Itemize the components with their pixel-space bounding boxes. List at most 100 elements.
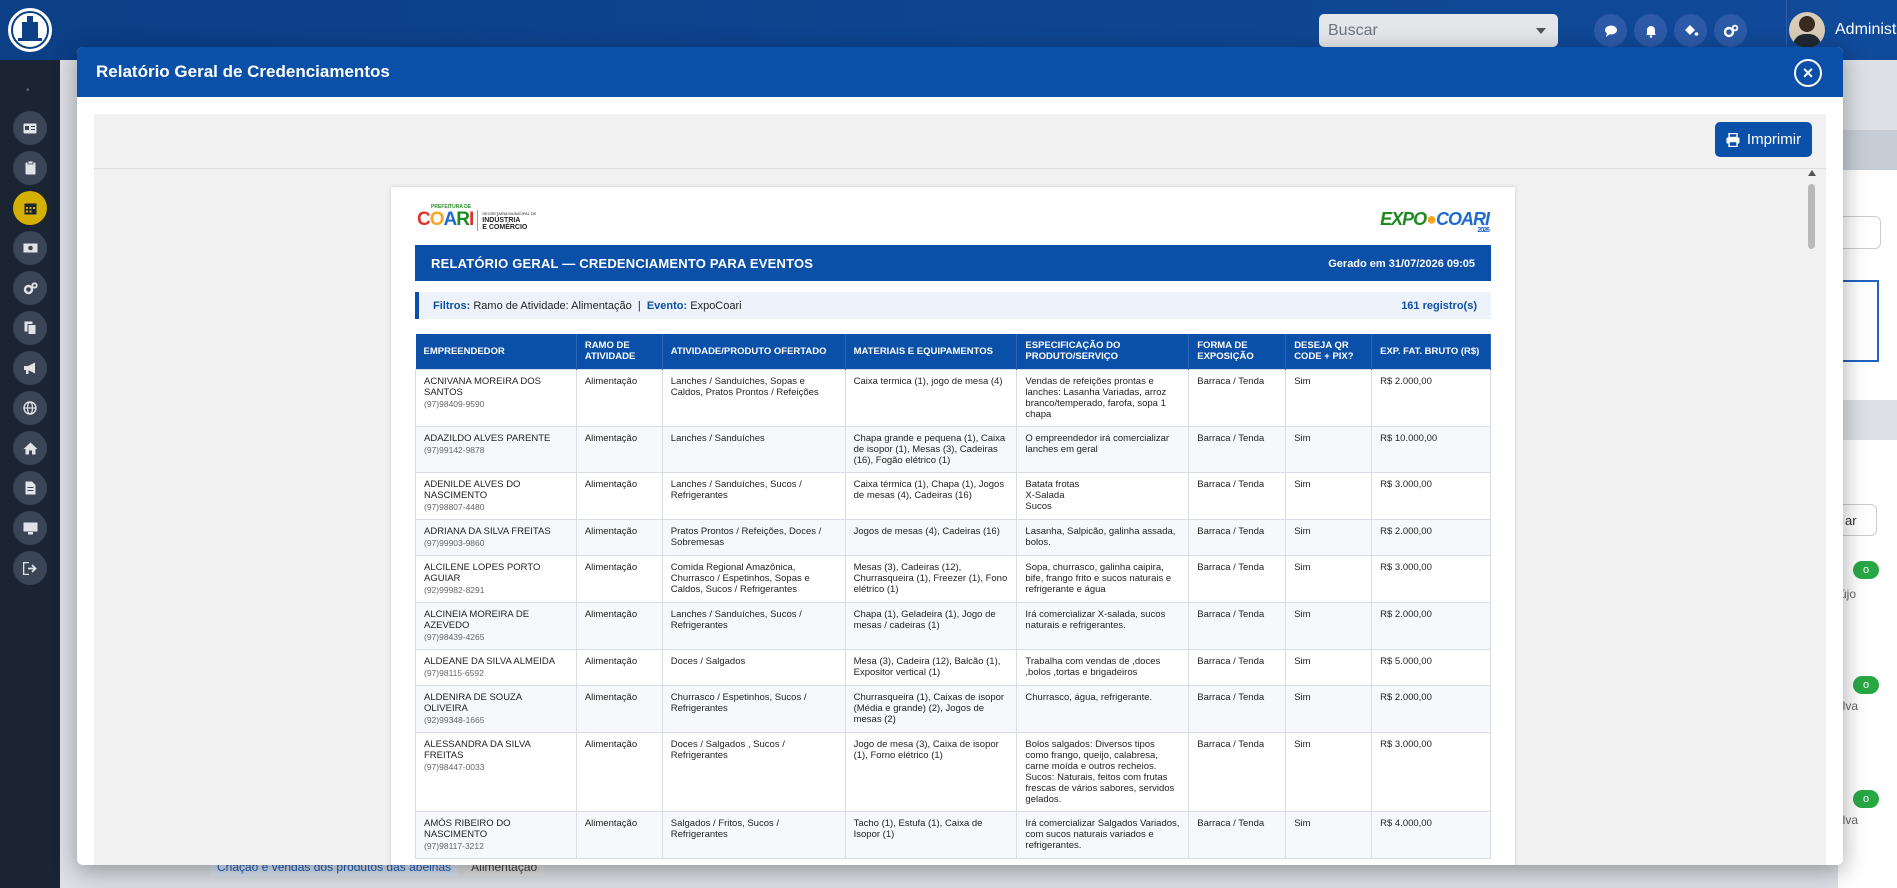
sidebar-item-bullhorn[interactable]: [13, 351, 47, 385]
sidebar-dot: •: [26, 85, 30, 96]
atividade-cell: Churrasco / Espetinhos, Sucos / Refriger…: [661, 684, 846, 733]
ramo-cell: Alimentação: [575, 554, 663, 603]
faturamento-cell: R$ 2.000,00: [1371, 601, 1491, 650]
empreendedor-name: ADAZILDO ALVES PARENTE: [424, 432, 551, 444]
desktop-icon: [23, 522, 37, 534]
empreendedor-phone: (97)98409-9590: [424, 398, 485, 409]
empreendedor-phone: (97)98807-4480: [424, 501, 485, 512]
faturamento-cell: R$ 10.000,00: [1371, 425, 1491, 473]
copy-icon: [24, 321, 36, 335]
expocoari-logo: EXPO●COARI 2026: [1380, 209, 1490, 234]
atividade-cell: Comida Regional Amazônica, Churrasco / E…: [661, 554, 846, 603]
empreendedor-cell: ADRIANA DA SILVA FREITAS (97)99903-9860: [415, 518, 577, 556]
sidebar-item-calendar[interactable]: [13, 191, 47, 225]
bg-side-button-label: ar: [1845, 513, 1857, 528]
empreendedor-name: ADENILDE ALVES DO NASCIMENTO: [424, 478, 521, 501]
search-placeholder: Buscar: [1328, 22, 1378, 39]
empreendedor-phone: (97)99142-9878: [424, 444, 485, 455]
column-header: RAMO DE ATIVIDADE: [576, 334, 663, 369]
forma-exposicao-cell: Barraca / Tenda: [1188, 601, 1287, 650]
faturamento-cell: R$ 2.000,00: [1371, 684, 1491, 733]
forma-exposicao-cell: Barraca / Tenda: [1188, 368, 1287, 427]
sidebar-item-clipboard[interactable]: [13, 151, 47, 185]
app-logo[interactable]: [5, 5, 55, 55]
ramo-cell: Alimentação: [575, 810, 663, 859]
modal-title: Relatório Geral de Credenciamentos: [96, 62, 390, 81]
empreendedor-phone: (97)99903-9860: [424, 537, 485, 548]
bg-side-button[interactable]: ar: [1843, 504, 1877, 536]
sidebar-item-money[interactable]: [13, 231, 47, 265]
qr-pix-cell: Sim: [1285, 554, 1373, 603]
especificacao-cell: Irá comercializar X-salada, sucos natura…: [1016, 601, 1190, 650]
home-icon: [23, 442, 37, 454]
qr-pix-cell: Sim: [1285, 684, 1373, 733]
table-row: ADAZILDO ALVES PARENTE (97)99142-9878 Alim…: [415, 425, 1491, 473]
scrollbar[interactable]: [1807, 170, 1816, 865]
report-title: RELATÓRIO GERAL — CREDENCIAMENTO PARA EV…: [431, 256, 814, 271]
sidebar-item-id-card[interactable]: [13, 111, 47, 145]
column-header: MATERIAIS E EQUIPAMENTOS: [845, 334, 1018, 369]
status-badge: o: [1853, 790, 1879, 808]
ramo-cell: Alimentação: [575, 518, 663, 556]
scroll-up-icon[interactable]: [1808, 170, 1816, 176]
report-table-body: ACNIVANA MOREIRA DOS SANTOS (97)98409-959…: [415, 368, 1491, 859]
bg-select[interactable]: [1843, 216, 1881, 249]
id-card-icon: [23, 123, 37, 133]
logo-prefix: PREFEITURA DE: [431, 204, 472, 210]
atividade-cell: Salgados / Fritos, Sucos / Refrigerantes: [661, 810, 846, 859]
faturamento-cell: R$ 3.000,00: [1371, 471, 1491, 520]
settings-button[interactable]: [1714, 14, 1747, 47]
globe-icon: [23, 401, 37, 415]
column-header: FORMA DE EXPOSIÇÃO: [1188, 334, 1287, 369]
print-icon: [1726, 132, 1740, 147]
empreendedor-cell: ADENILDE ALVES DO NASCIMENTO (97)98807-44…: [415, 471, 577, 520]
atividade-cell: Lanches / Sanduíches, Sopas e Caldos, Pr…: [661, 368, 846, 427]
empreendedor-name: ALCINEIA MOREIRA DE AZEVEDO: [424, 608, 530, 631]
close-button[interactable]: ×: [1794, 59, 1822, 87]
notifications-button[interactable]: [1634, 14, 1667, 47]
calendar-icon: [24, 203, 36, 214]
scroll-thumb[interactable]: [1808, 184, 1815, 249]
sidebar-item-globe[interactable]: [13, 391, 47, 425]
sidebar-item-sign-out[interactable]: [13, 551, 47, 585]
close-icon: ×: [1802, 63, 1814, 83]
column-header: ESPECIFICAÇÃO DO PRODUTO/SERVIÇO: [1016, 334, 1190, 369]
chat-button[interactable]: [1594, 14, 1627, 47]
filter-label: Filtros:: [433, 300, 471, 312]
atividade-cell: Doces / Salgados: [661, 648, 846, 686]
table-row: AMÓS RIBEIRO DO NASCIMENTO (97)98117-3212…: [415, 810, 1491, 859]
sidebar-item-file[interactable]: [13, 471, 47, 505]
forma-exposicao-cell: Barraca / Tenda: [1188, 684, 1287, 733]
atividade-cell: Doces / Salgados , Sucos / Refrigerantes: [661, 731, 846, 812]
ramo-cell: Alimentação: [575, 368, 663, 427]
materiais-cell: Caixa termica (1), jogo de mesa (4): [844, 368, 1018, 427]
faturamento-cell: R$ 3.000,00: [1371, 731, 1491, 812]
empreendedor-phone: (97)98117-3212: [424, 840, 484, 851]
theme-button[interactable]: [1674, 14, 1707, 47]
sidebar-item-home[interactable]: [13, 431, 47, 465]
table-header-row: EMPREENDEDOR RAMO DE ATIVIDADE ATIVIDADE…: [415, 334, 1491, 369]
search-select[interactable]: Buscar: [1319, 14, 1558, 47]
sidebar-item-cogs[interactable]: [13, 271, 47, 305]
forma-exposicao-cell: Barraca / Tenda: [1188, 518, 1287, 556]
table-row: ADENILDE ALVES DO NASCIMENTO (97)98807-44…: [415, 471, 1491, 520]
materiais-cell: Jogo de mesa (3), Caixa de isopor (1), F…: [844, 731, 1018, 812]
materiais-cell: Churrasqueira (1), Caixas de isopor (Méd…: [844, 684, 1018, 733]
especificacao-cell: Vendas de refeições prontas e lanches: L…: [1016, 368, 1190, 427]
atividade-cell: Lanches / Sanduíches, Sucos / Refrigeran…: [661, 601, 846, 650]
empreendedor-name: ADRIANA DA SILVA FREITAS: [424, 525, 551, 537]
empreendedor-cell: ALCILENE LOPES PORTO AGUIAR (92)99982-829…: [415, 554, 577, 603]
status-badge: o: [1853, 561, 1879, 579]
print-button[interactable]: Imprimir: [1715, 122, 1812, 157]
sidebar-item-desktop[interactable]: [13, 511, 47, 545]
chevron-down-icon: [1536, 28, 1546, 34]
empreendedor-phone: (97)98447-0033: [424, 761, 485, 772]
empreendedor-cell: ALDEANE DA SILVA ALMEIDA (97)98115-6592: [415, 648, 577, 686]
sidebar-item-copy[interactable]: [13, 311, 47, 345]
qr-pix-cell: Sim: [1285, 731, 1373, 812]
bullhorn-icon: [23, 362, 35, 374]
especificacao-cell: Sopa, churrasco, galinha caipira, bife, …: [1016, 554, 1190, 603]
especificacao-cell: Trabalha com vendas de ,doces ,bolos ,to…: [1016, 648, 1190, 686]
atividade-cell: Lanches / Sanduíches: [661, 425, 846, 473]
report-document: PREFEITURA DE COARI SECRETARIA MUNICIPAL…: [391, 187, 1515, 865]
